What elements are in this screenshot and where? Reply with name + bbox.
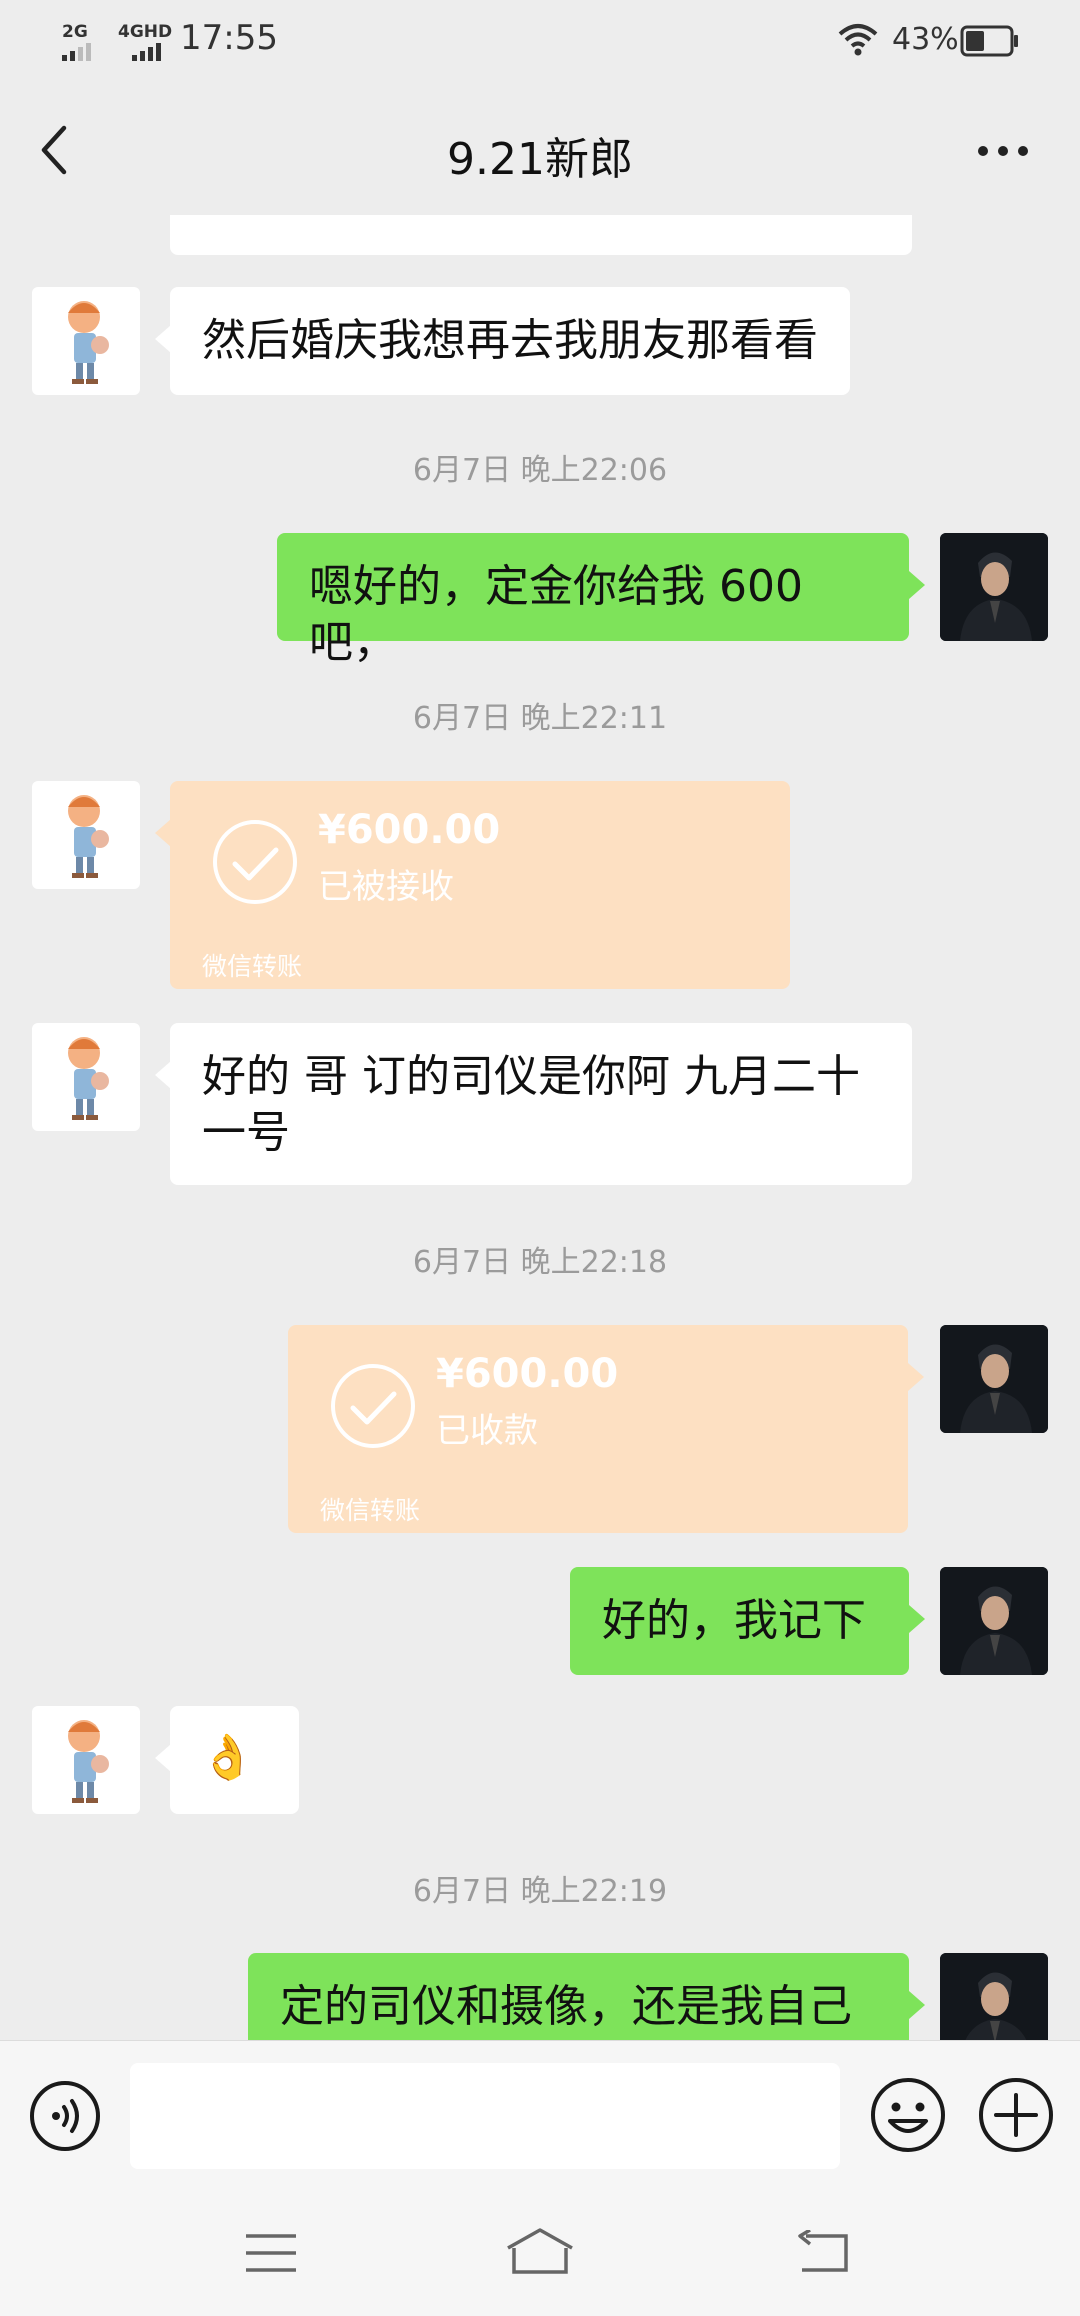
man-portrait-avatar-icon <box>940 1325 1048 1433</box>
plus-icon <box>979 2078 1053 2152</box>
more-dots-icon <box>978 146 1028 156</box>
transfer-card[interactable]: ¥600.00 已被接收 微信转账 <box>170 781 790 989</box>
bubble-tail <box>909 1991 925 2019</box>
input-bar <box>0 2040 1080 2191</box>
system-back-button[interactable] <box>794 2228 852 2276</box>
signal-1: 2G <box>62 22 91 61</box>
voice-button[interactable] <box>28 2079 102 2153</box>
menu-button[interactable] <box>244 2232 298 2274</box>
transfer-footer: 微信转账 <box>202 952 303 981</box>
transfer-amount: ¥600.00 <box>436 1351 619 1397</box>
emoji-icon <box>871 2078 945 2152</box>
transfer-footer: 微信转账 <box>320 1496 421 1525</box>
battery-percent: 43% <box>892 22 959 57</box>
bubble-tail <box>155 819 171 847</box>
message-input[interactable] <box>130 2063 840 2169</box>
contact-avatar[interactable] <box>32 287 140 395</box>
status-bar: 2G 4GHD 17:55 43% <box>0 0 1080 80</box>
home-button[interactable] <box>504 2226 576 2278</box>
emoji-button[interactable] <box>868 2075 948 2155</box>
voice-icon <box>30 2081 100 2151</box>
timestamp: 6月7日 晚上22:19 <box>412 1874 668 1909</box>
check-circle-icon <box>331 1364 415 1448</box>
man-portrait-avatar-icon <box>940 533 1048 641</box>
message-text: 好的 哥 订的司仪是你阿 九月二十一号 <box>202 1051 860 1158</box>
message-text: 嗯好的，定金你给我 600 吧， <box>309 561 803 668</box>
self-avatar[interactable] <box>940 533 1048 641</box>
message-bubble[interactable]: 嗯好的，定金你给我 600 吧， <box>277 533 909 668</box>
home-icon <box>507 2228 573 2274</box>
transfer-card[interactable]: ¥600.00 已收款 微信转账 <box>288 1325 908 1533</box>
battery-icon <box>960 25 1020 61</box>
timestamp: 6月7日 晚上22:11 <box>412 701 668 736</box>
self-avatar[interactable] <box>940 1953 1048 2040</box>
more-functions-button[interactable] <box>976 2075 1056 2155</box>
message-bubble[interactable]: 定的司仪和摄像，还是我自己 <box>248 1953 909 2040</box>
system-navigation-bar <box>0 2190 1080 2316</box>
signal-1-bars-icon <box>62 43 91 61</box>
cartoon-boy-avatar-icon <box>68 795 109 878</box>
menu-icon <box>246 2234 296 2272</box>
man-portrait-avatar-icon <box>940 1953 1048 2040</box>
bubble-tail <box>909 571 925 599</box>
bubble-tail <box>155 325 171 353</box>
chat-header: 9.21新郎 <box>0 80 1080 220</box>
self-avatar[interactable] <box>940 1325 1048 1433</box>
message-bubble-partial[interactable] <box>170 215 912 255</box>
contact-avatar[interactable] <box>32 1706 140 1814</box>
message-text: 好的，我记下 <box>602 1595 866 1646</box>
message-bubble[interactable]: 👌 <box>170 1706 299 1814</box>
transfer-amount: ¥600.00 <box>318 807 501 853</box>
signal-2: 4GHD <box>118 22 172 61</box>
signal-2-bars-icon <box>132 43 172 61</box>
signal-2-label: 4GHD <box>118 22 173 42</box>
cartoon-boy-avatar-icon <box>68 1720 109 1803</box>
contact-avatar[interactable] <box>32 1023 140 1131</box>
timestamp: 6月7日 晚上22:18 <box>412 1245 668 1280</box>
cartoon-boy-avatar-icon <box>68 1037 109 1120</box>
message-text: 定的司仪和摄像，还是我自己 <box>280 1981 852 2032</box>
message-bubble[interactable]: 然后婚庆我想再去我朋友那看看 <box>170 287 850 395</box>
bubble-tail <box>155 1061 171 1089</box>
chat-title: 9.21新郎 <box>447 134 633 185</box>
message-text: 然后婚庆我想再去我朋友那看看 <box>202 315 818 366</box>
wifi-icon <box>838 22 878 60</box>
self-avatar[interactable] <box>940 1567 1048 1675</box>
bubble-tail <box>155 1744 171 1772</box>
ok-hand-emoji: 👌 <box>200 1732 255 1783</box>
transfer-status: 已收款 <box>436 1411 538 1451</box>
contact-avatar[interactable] <box>32 781 140 889</box>
transfer-status: 已被接收 <box>318 867 454 907</box>
message-bubble[interactable]: 好的，我记下 <box>570 1567 909 1675</box>
bubble-tail <box>909 1605 925 1633</box>
more-button[interactable] <box>975 136 1035 166</box>
message-bubble[interactable]: 好的 哥 订的司仪是你阿 九月二十一号 <box>170 1023 912 1185</box>
signal-1-label: 2G <box>62 22 88 42</box>
status-time: 17:55 <box>180 18 278 58</box>
back-icon <box>798 2228 848 2272</box>
man-portrait-avatar-icon <box>940 1567 1048 1675</box>
check-circle-icon <box>213 820 297 904</box>
cartoon-boy-avatar-icon <box>68 301 109 384</box>
bubble-tail <box>908 1363 924 1391</box>
timestamp: 6月7日 晚上22:06 <box>412 453 668 488</box>
chat-area[interactable]: 然后婚庆我想再去我朋友那看看 6月7日 晚上22:06 嗯好的，定金你给我 60… <box>0 215 1080 2040</box>
